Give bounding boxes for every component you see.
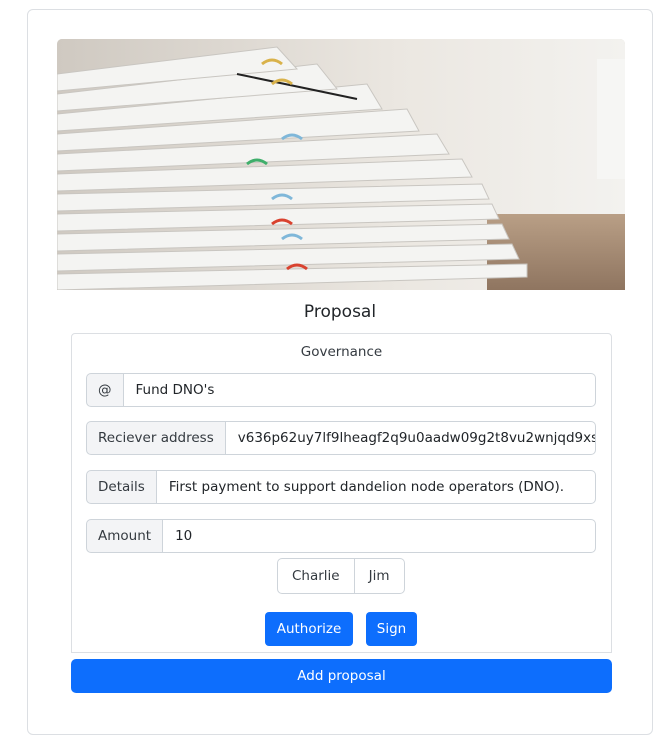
receiver-address-addon: Reciever address — [86, 421, 226, 455]
card-title: Proposal — [303, 302, 377, 322]
add-proposal-button[interactable]: Add proposal — [71, 659, 612, 693]
amount-input[interactable]: 10 — [163, 519, 596, 553]
at-addon: @ — [86, 373, 124, 407]
sign-button[interactable]: Sign — [366, 612, 417, 646]
details-group: Details First payment to support dandeli… — [86, 470, 596, 504]
amount-group: Amount 10 — [86, 519, 596, 553]
signer-charlie[interactable]: Charlie — [277, 558, 355, 594]
amount-addon: Amount — [86, 519, 164, 553]
proposal-name-input[interactable]: Fund DNO's — [123, 373, 596, 407]
details-addon: Details — [86, 470, 157, 504]
governance-panel: Governance @ Fund DNO's Reciever address… — [71, 333, 612, 653]
proposal-name-group: @ Fund DNO's — [86, 373, 596, 407]
receiver-address-group: Reciever address v636p62uy7lf9lheagf2q9u… — [86, 421, 596, 455]
signer-jim[interactable]: Jim — [354, 558, 405, 594]
panel-subtitle: Governance — [300, 344, 383, 360]
details-input[interactable]: First payment to support dandelion node … — [156, 470, 596, 504]
authorize-button[interactable]: Authorize — [265, 612, 353, 646]
signers-group: Charlie Jim — [277, 558, 405, 594]
paper-stack-image — [57, 39, 625, 290]
receiver-address-input[interactable]: v636p62uy7lf9lheagf2q9u0aadw09g2t8vu2wnj… — [225, 421, 596, 455]
hero-image — [57, 39, 625, 290]
proposal-card: Proposal Governance @ Fund DNO's Recieve… — [27, 9, 653, 735]
